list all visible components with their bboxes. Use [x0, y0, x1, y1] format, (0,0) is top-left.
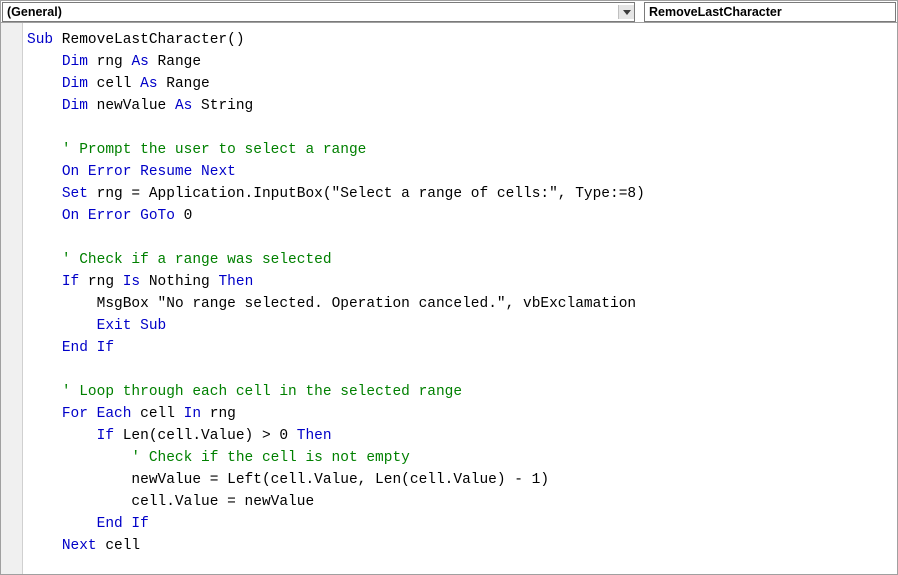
kw-dim1: Dim: [62, 54, 88, 70]
comment-4: ' Check if the cell is not empty: [131, 450, 409, 466]
comment-3: ' Loop through each cell in the selected…: [62, 384, 462, 400]
var-rng: rng: [88, 54, 132, 70]
len-cond: Len(cell.Value) > 0: [114, 428, 297, 444]
kw-then1: Then: [218, 274, 253, 290]
kw-dim2: Dim: [62, 76, 88, 92]
newval-assign: newValue = Left(cell.Value, Len(cell.Val…: [131, 472, 549, 488]
var-cell: cell: [88, 76, 140, 92]
next-var: cell: [97, 538, 141, 554]
cellval-assign: cell.Value = newValue: [131, 494, 314, 510]
foreach-coll: rng: [201, 406, 236, 422]
kw-as2: As: [140, 76, 157, 92]
procedure-dropdown[interactable]: RemoveLastCharacter: [644, 2, 896, 22]
var-newvalue: newValue: [88, 98, 175, 114]
type-range2: Range: [158, 76, 210, 92]
kw-as3: As: [175, 98, 192, 114]
chevron-down-icon: [618, 5, 634, 19]
kw-if2: If: [97, 428, 114, 444]
kw-foreach: For Each: [62, 406, 132, 422]
foreach-var: cell: [131, 406, 183, 422]
msgbox-1: MsgBox "No range selected. Operation can…: [97, 296, 637, 312]
kw-dim3: Dim: [62, 98, 88, 114]
zero-lit: 0: [175, 208, 192, 224]
object-dropdown[interactable]: (General): [2, 2, 635, 22]
kw-next: Next: [62, 538, 97, 554]
kw-onerr2: On Error GoTo: [62, 208, 175, 224]
code-editor[interactable]: Sub RemoveLastCharacter() Dim rng As Ran…: [23, 23, 897, 574]
type-range1: Range: [149, 54, 201, 70]
editor-wrapper: Sub RemoveLastCharacter() Dim rng As Ran…: [1, 23, 897, 574]
kw-in: In: [184, 406, 201, 422]
kw-sub: Sub: [27, 32, 53, 48]
header-bar: (General) RemoveLastCharacter: [1, 1, 897, 23]
object-dropdown-text: (General): [7, 5, 62, 19]
kw-endif1: End If: [62, 340, 114, 356]
kw-onerr1: On Error Resume Next: [62, 164, 236, 180]
comment-2: ' Check if a range was selected: [62, 252, 332, 268]
rng-is: rng: [79, 274, 123, 290]
indicator-margin: [1, 23, 23, 574]
kw-is: Is: [123, 274, 140, 290]
procedure-dropdown-text: RemoveLastCharacter: [649, 5, 782, 19]
set-rng-expr: rng = Application.InputBox("Select a ran…: [88, 186, 645, 202]
kw-endif2: End If: [97, 516, 149, 532]
kw-exitsub: Exit Sub: [97, 318, 167, 334]
type-string: String: [192, 98, 253, 114]
sub-name: RemoveLastCharacter(): [53, 32, 244, 48]
kw-then2: Then: [297, 428, 332, 444]
nothing: Nothing: [140, 274, 218, 290]
comment-1: ' Prompt the user to select a range: [62, 142, 367, 158]
kw-if1: If: [62, 274, 79, 290]
kw-set: Set: [62, 186, 88, 202]
kw-as1: As: [131, 54, 148, 70]
